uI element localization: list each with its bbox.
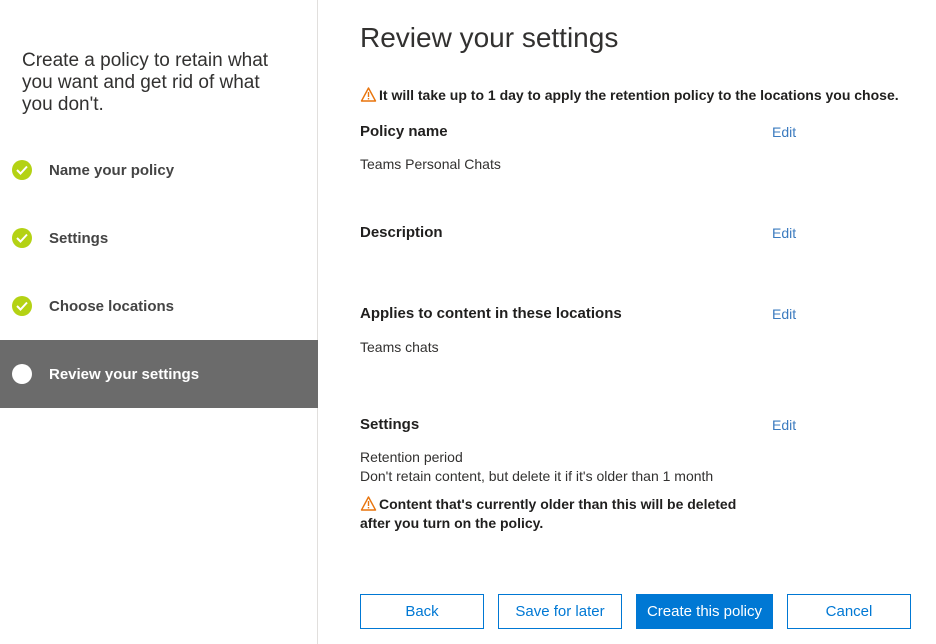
edit-policy-name-link[interactable]: Edit — [772, 124, 796, 140]
locations-value: Teams chats — [360, 339, 439, 355]
step-label: Choose locations — [49, 297, 175, 315]
current-step-dot-icon — [12, 364, 32, 384]
policy-name-heading: Policy name — [360, 123, 448, 140]
save-for-later-button[interactable]: Save for later — [498, 594, 622, 629]
back-button[interactable]: Back — [360, 594, 484, 629]
settings-heading: Settings — [360, 416, 420, 433]
step-choose-locations[interactable]: Choose locations — [0, 272, 318, 340]
checkmark-icon — [12, 228, 32, 248]
warning-text: Content that's currently older than this… — [360, 496, 737, 531]
checkmark-icon — [12, 296, 32, 316]
edit-locations-link[interactable]: Edit — [772, 306, 796, 322]
deletion-warning: Content that's currently older than this… — [360, 495, 760, 533]
review-panel: Review your settings It will take up to … — [360, 0, 930, 644]
step-label: Name your policy — [49, 161, 175, 179]
warning-text: It will take up to 1 day to apply the re… — [379, 87, 899, 103]
edit-description-link[interactable]: Edit — [772, 225, 796, 241]
retention-period-value: Don't retain content, but delete it if i… — [360, 468, 714, 484]
cancel-button[interactable]: Cancel — [787, 594, 911, 629]
wizard-sidebar: Create a policy to retain what you want … — [0, 0, 318, 644]
step-review-your-settings[interactable]: Review your settings — [0, 340, 318, 408]
warning-icon — [360, 87, 377, 102]
page-title: Review your settings — [360, 22, 619, 53]
step-settings[interactable]: Settings — [0, 204, 318, 272]
locations-heading: Applies to content in these locations — [360, 305, 622, 322]
policy-name-value: Teams Personal Chats — [360, 156, 501, 172]
step-name-your-policy[interactable]: Name your policy — [0, 136, 318, 204]
checkmark-icon — [12, 160, 32, 180]
apply-time-warning: It will take up to 1 day to apply the re… — [360, 86, 899, 105]
description-heading: Description — [360, 224, 443, 241]
step-label: Review your settings — [49, 365, 200, 383]
step-label: Settings — [49, 229, 109, 247]
sidebar-title: Create a policy to retain what you want … — [22, 50, 269, 115]
edit-settings-link[interactable]: Edit — [772, 417, 796, 433]
retention-period-label: Retention period — [360, 449, 463, 465]
create-policy-button[interactable]: Create this policy — [636, 594, 773, 629]
